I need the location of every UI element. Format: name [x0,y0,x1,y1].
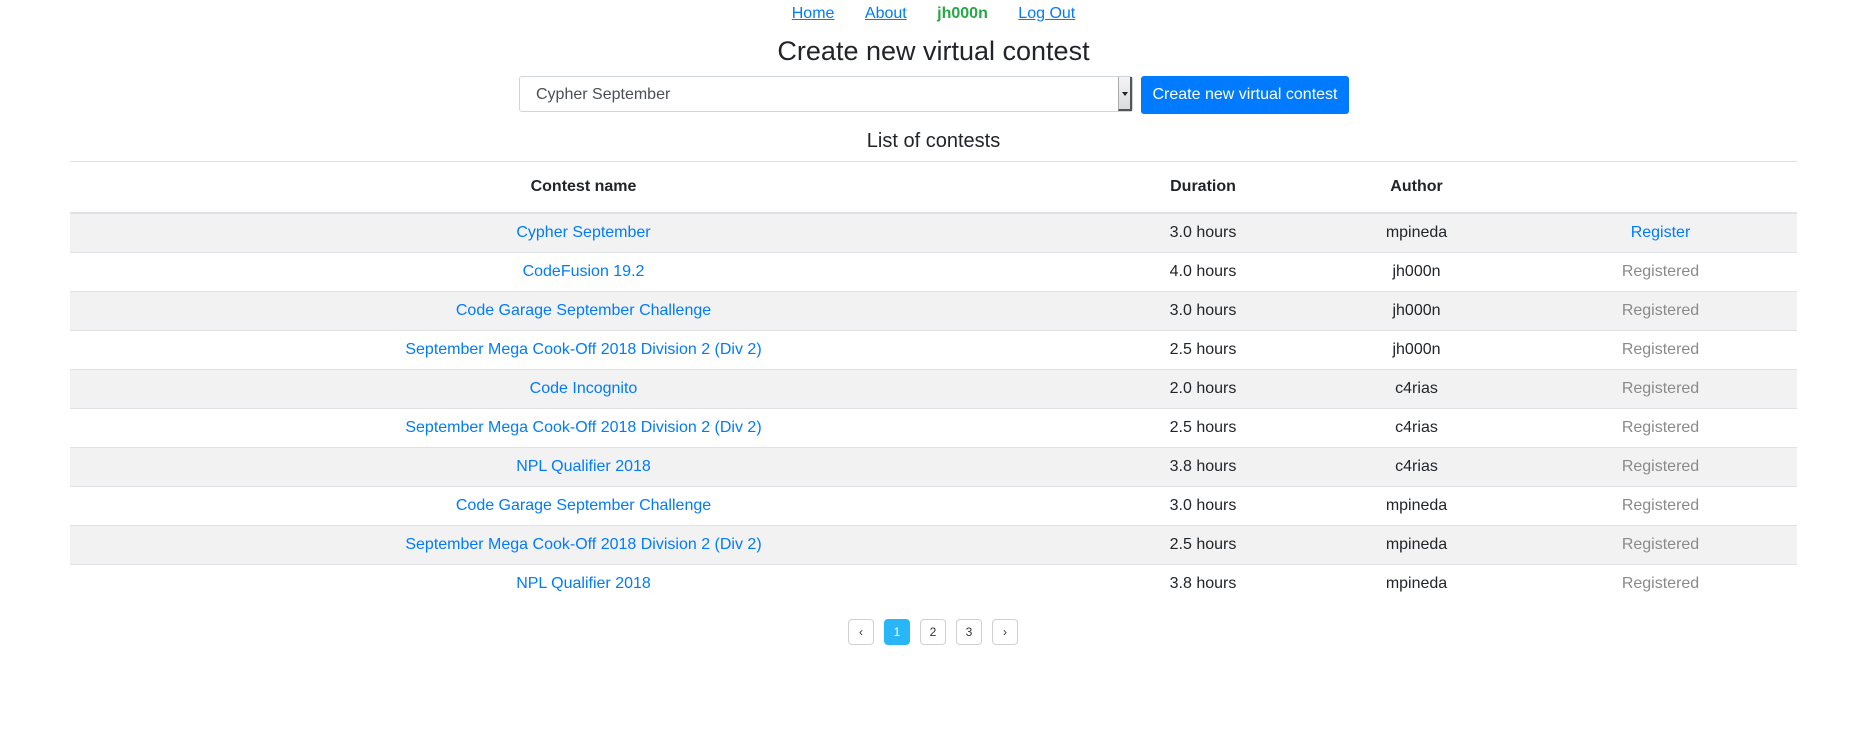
nav-logout-link[interactable]: Log Out [1018,5,1075,22]
duration-cell: 2.5 hours [1097,330,1309,370]
contest-name-link[interactable]: Code Garage September Challenge [456,302,711,319]
header-action [1524,161,1797,214]
contest-name-link[interactable]: September Mega Cook-Off 2018 Division 2 … [405,536,761,553]
contest-select[interactable]: Cypher September [519,76,1133,112]
table-row: Code Garage September Challenge 3.0 hour… [70,486,1797,526]
contest-name-link[interactable]: Code Garage September Challenge [456,497,711,514]
contest-list-title: List of contests [866,130,1001,152]
author-cell: c4rias [1309,369,1524,409]
contest-name-link[interactable]: NPL Qualifier 2018 [516,458,651,475]
nav-home-link[interactable]: Home [792,5,835,22]
header-author: Author [1309,161,1524,214]
registered-status: Registered [1621,341,1700,358]
next-page-button[interactable]: › [992,619,1018,645]
table-row: NPL Qualifier 2018 3.8 hours c4rias Regi… [70,447,1797,487]
author-cell: mpineda [1309,525,1524,565]
registered-status: Registered [1621,380,1700,397]
chevron-down-icon[interactable] [1118,77,1132,111]
author-cell: jh000n [1309,330,1524,370]
table-row: Cypher September 3.0 hours mpineda Regis… [70,212,1797,253]
prev-page-button[interactable]: ‹ [848,619,874,645]
author-cell: jh000n [1309,291,1524,331]
contest-name-link[interactable]: Code Incognito [530,380,638,397]
contest-name-link[interactable]: Cypher September [516,224,650,241]
author-cell: mpineda [1309,486,1524,526]
contest-select-value: Cypher September [536,86,671,103]
author-cell: mpineda [1309,564,1524,603]
contest-name-link[interactable]: September Mega Cook-Off 2018 Division 2 … [405,419,761,436]
nav-about-link[interactable]: About [865,5,907,22]
duration-cell: 4.0 hours [1097,252,1309,292]
header-contest-name: Contest name [70,161,1097,214]
registered-status: Registered [1621,497,1700,514]
contest-name-link[interactable]: CodeFusion 19.2 [523,263,645,280]
table-row: CodeFusion 19.2 4.0 hours jh000n Registe… [70,252,1797,292]
page-button-1[interactable]: 1 [884,619,910,645]
duration-cell: 2.5 hours [1097,408,1309,448]
duration-cell: 3.0 hours [1097,486,1309,526]
create-contest-form: Cypher September Create new virtual cont… [519,76,1349,114]
registered-status: Registered [1621,419,1700,436]
author-cell: c4rias [1309,447,1524,487]
register-link[interactable]: Register [1631,224,1691,241]
table-row: September Mega Cook-Off 2018 Division 2 … [70,330,1797,370]
table-row: Code Garage September Challenge 3.0 hour… [70,291,1797,331]
contest-name-link[interactable]: September Mega Cook-Off 2018 Division 2 … [405,341,761,358]
author-cell: mpineda [1309,212,1524,253]
registered-status: Registered [1621,536,1700,553]
table-header-row: Contest name Duration Author [70,161,1797,214]
create-virtual-contest-button[interactable]: Create new virtual contest [1141,76,1349,114]
registered-status: Registered [1621,302,1700,319]
current-user-label: jh000n [937,5,988,22]
duration-cell: 3.0 hours [1097,212,1309,253]
contests-table: Contest name Duration Author Cypher Sept… [70,161,1797,603]
page-button-3[interactable]: 3 [956,619,982,645]
table-row: Code Incognito 2.0 hours c4rias Register… [70,369,1797,409]
duration-cell: 2.0 hours [1097,369,1309,409]
table-row: September Mega Cook-Off 2018 Division 2 … [70,408,1797,448]
registered-status: Registered [1621,458,1700,475]
duration-cell: 3.8 hours [1097,564,1309,603]
duration-cell: 3.0 hours [1097,291,1309,331]
duration-cell: 2.5 hours [1097,525,1309,565]
table-row: September Mega Cook-Off 2018 Division 2 … [70,525,1797,565]
duration-cell: 3.8 hours [1097,447,1309,487]
header-duration: Duration [1097,161,1309,214]
top-nav: Home About jh000n Log Out [0,4,1867,24]
author-cell: jh000n [1309,252,1524,292]
registered-status: Registered [1621,575,1700,592]
registered-status: Registered [1621,263,1700,280]
author-cell: c4rias [1309,408,1524,448]
page-button-2[interactable]: 2 [920,619,946,645]
contest-name-link[interactable]: NPL Qualifier 2018 [516,575,651,592]
table-row: NPL Qualifier 2018 3.8 hours mpineda Reg… [70,564,1797,603]
page-title: Create new virtual contest [777,36,1090,66]
